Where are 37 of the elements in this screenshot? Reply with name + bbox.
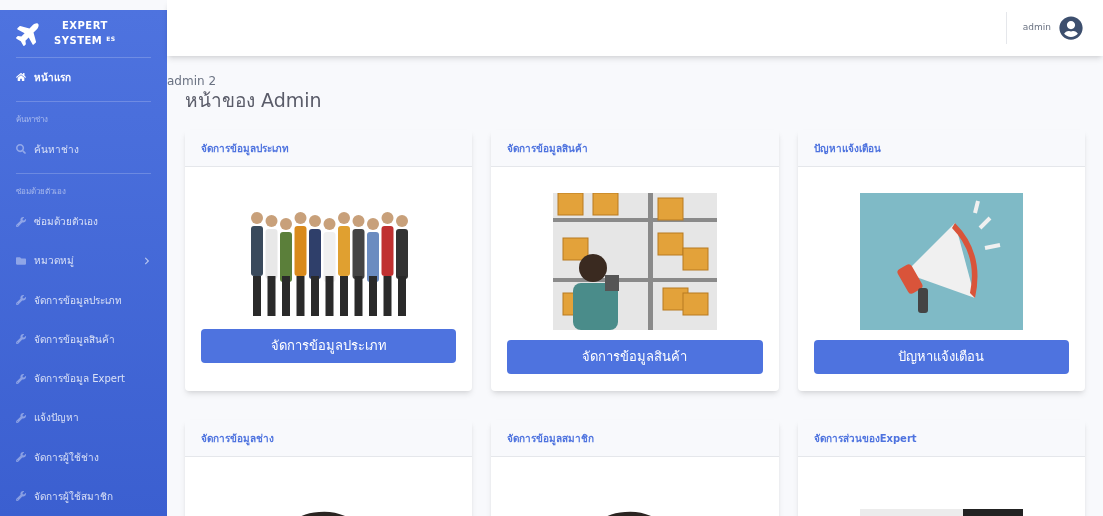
sidebar-item[interactable]: จัดการข้อมูล Expert (0, 359, 167, 399)
breadcrumb: admin 2 (167, 74, 218, 88)
sidebar-item[interactable]: หน้าแรก (0, 57, 167, 97)
sidebar-heading: ค้นหาช่าง (15, 113, 49, 126)
sidebar-item[interactable]: จัดการข้อมูลประเภท (0, 280, 167, 320)
wrench-icon (16, 491, 26, 502)
sidebar-item[interactable]: จัดการผู้ใช้ช่าง (0, 437, 167, 477)
card-title: จัดการส่วนของExpert (813, 431, 917, 446)
brand-name: SYSTEM $^{ES}$ (54, 34, 116, 49)
user-name[interactable]: admin (1022, 21, 1051, 35)
card-title: ปัญหาแจ้งเตือน (813, 141, 881, 156)
wrench-icon (16, 334, 26, 345)
sidebar-item[interactable]: แจ้งปัญหา (0, 398, 167, 438)
folder-icon (16, 255, 26, 266)
page-title: หน้าของ Admin (185, 88, 323, 112)
sidebar-item[interactable]: จัดการผู้ใช้สมาชิก (0, 476, 167, 516)
avatar-icon[interactable] (1059, 16, 1083, 40)
sidebar-item[interactable]: จัดการข้อมูลสินค้า (0, 319, 167, 359)
search-icon (16, 144, 26, 155)
wrench-icon (16, 373, 26, 384)
card-action-button[interactable]: จัดการข้อมูลสินค้า (507, 340, 763, 374)
sidebar-item[interactable]: หมวดหมู่ (0, 241, 167, 281)
card-action-button[interactable]: จัดการข้อมูลประเภท (201, 329, 457, 363)
wrench-icon (16, 412, 26, 423)
sidebar-item[interactable]: ซ่อมด้วยตัวเอง (0, 202, 167, 242)
card-title: จัดการข้อมูลช่าง (201, 431, 274, 446)
wrench-icon (16, 216, 26, 227)
sidebar-item[interactable]: ค้นหาช่าง (0, 129, 167, 169)
wrench-icon (16, 295, 26, 306)
sidebar-heading: ซ่อมด้วยตัวเอง (15, 186, 67, 198)
card-action-button[interactable]: ปัญหาแจ้งเตือน (813, 340, 1069, 374)
brand-name: EXPERT (61, 19, 108, 34)
card-title: จัดการข้อมูลสมาชิก (507, 431, 595, 446)
wrench-icon (16, 452, 26, 463)
card-title: จัดการข้อมูลสินค้า (507, 141, 589, 156)
card-title: จัดการข้อมูลประเภท (201, 141, 289, 156)
home-icon (16, 72, 26, 83)
